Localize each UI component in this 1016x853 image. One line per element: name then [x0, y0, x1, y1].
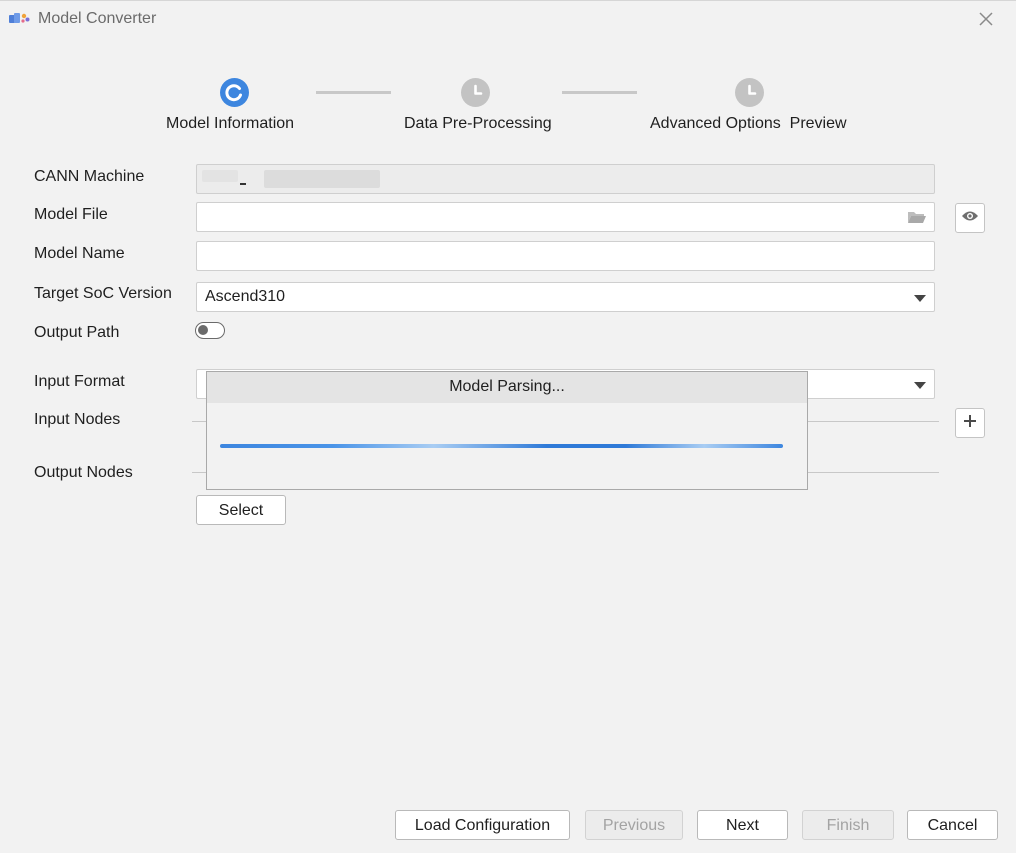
- target-soc-value: Ascend310: [205, 288, 286, 305]
- next-button[interactable]: Next: [697, 810, 788, 840]
- redacted-text: [202, 170, 238, 182]
- finish-button[interactable]: Finish: [802, 810, 894, 840]
- window-title: Model Converter: [38, 10, 157, 27]
- model-parsing-dialog: Model Parsing...: [206, 371, 808, 490]
- eye-icon: [961, 209, 979, 227]
- target-soc-label: Target SoC Version: [34, 285, 172, 302]
- toggle-knob: [198, 325, 208, 335]
- cann-machine-label: CANN Machine: [34, 168, 145, 185]
- load-configuration-button[interactable]: Load Configuration: [395, 810, 570, 840]
- parsing-progress-bar: [220, 444, 783, 448]
- model-name-input[interactable]: [196, 241, 935, 271]
- model-file-field[interactable]: [196, 202, 935, 232]
- window-top-border: [0, 0, 1016, 1]
- redacted-text: [240, 183, 246, 185]
- redacted-text: [264, 170, 380, 188]
- input-format-label: Input Format: [34, 373, 125, 390]
- output-path-toggle[interactable]: [195, 322, 225, 339]
- output-path-label: Output Path: [34, 324, 120, 341]
- step-3-label: Advanced Options Preview: [650, 115, 847, 132]
- model-file-label: Model File: [34, 206, 108, 223]
- close-icon[interactable]: [975, 8, 997, 30]
- input-nodes-label: Input Nodes: [34, 411, 121, 428]
- previous-button[interactable]: Previous: [585, 810, 683, 840]
- folder-icon[interactable]: [907, 209, 927, 230]
- step-1-label: Model Information: [166, 115, 295, 132]
- model-name-label: Model Name: [34, 245, 125, 262]
- model-name-value: [197, 247, 205, 264]
- target-soc-select[interactable]: Ascend310: [196, 282, 935, 312]
- step-3-clock-icon: [735, 78, 764, 107]
- step-connector-2: [562, 91, 637, 94]
- app-logo-icon: [8, 11, 30, 25]
- model-file-value: [197, 208, 205, 225]
- plus-icon: [963, 414, 977, 433]
- step-1-refresh-icon: [220, 78, 249, 107]
- output-nodes-label: Output Nodes: [34, 464, 133, 481]
- step-2-label: Data Pre-Processing: [404, 115, 552, 132]
- chevron-down-icon: [914, 382, 926, 389]
- step-connector-1: [316, 91, 391, 94]
- model-parsing-title: Model Parsing...: [207, 372, 807, 403]
- input-format-value: [197, 375, 205, 392]
- preview-eye-button[interactable]: [955, 203, 985, 233]
- step-2-clock-icon: [461, 78, 490, 107]
- cancel-button[interactable]: Cancel: [907, 810, 998, 840]
- chevron-down-icon: [914, 295, 926, 302]
- add-input-node-button[interactable]: [955, 408, 985, 438]
- select-button[interactable]: Select: [196, 495, 286, 525]
